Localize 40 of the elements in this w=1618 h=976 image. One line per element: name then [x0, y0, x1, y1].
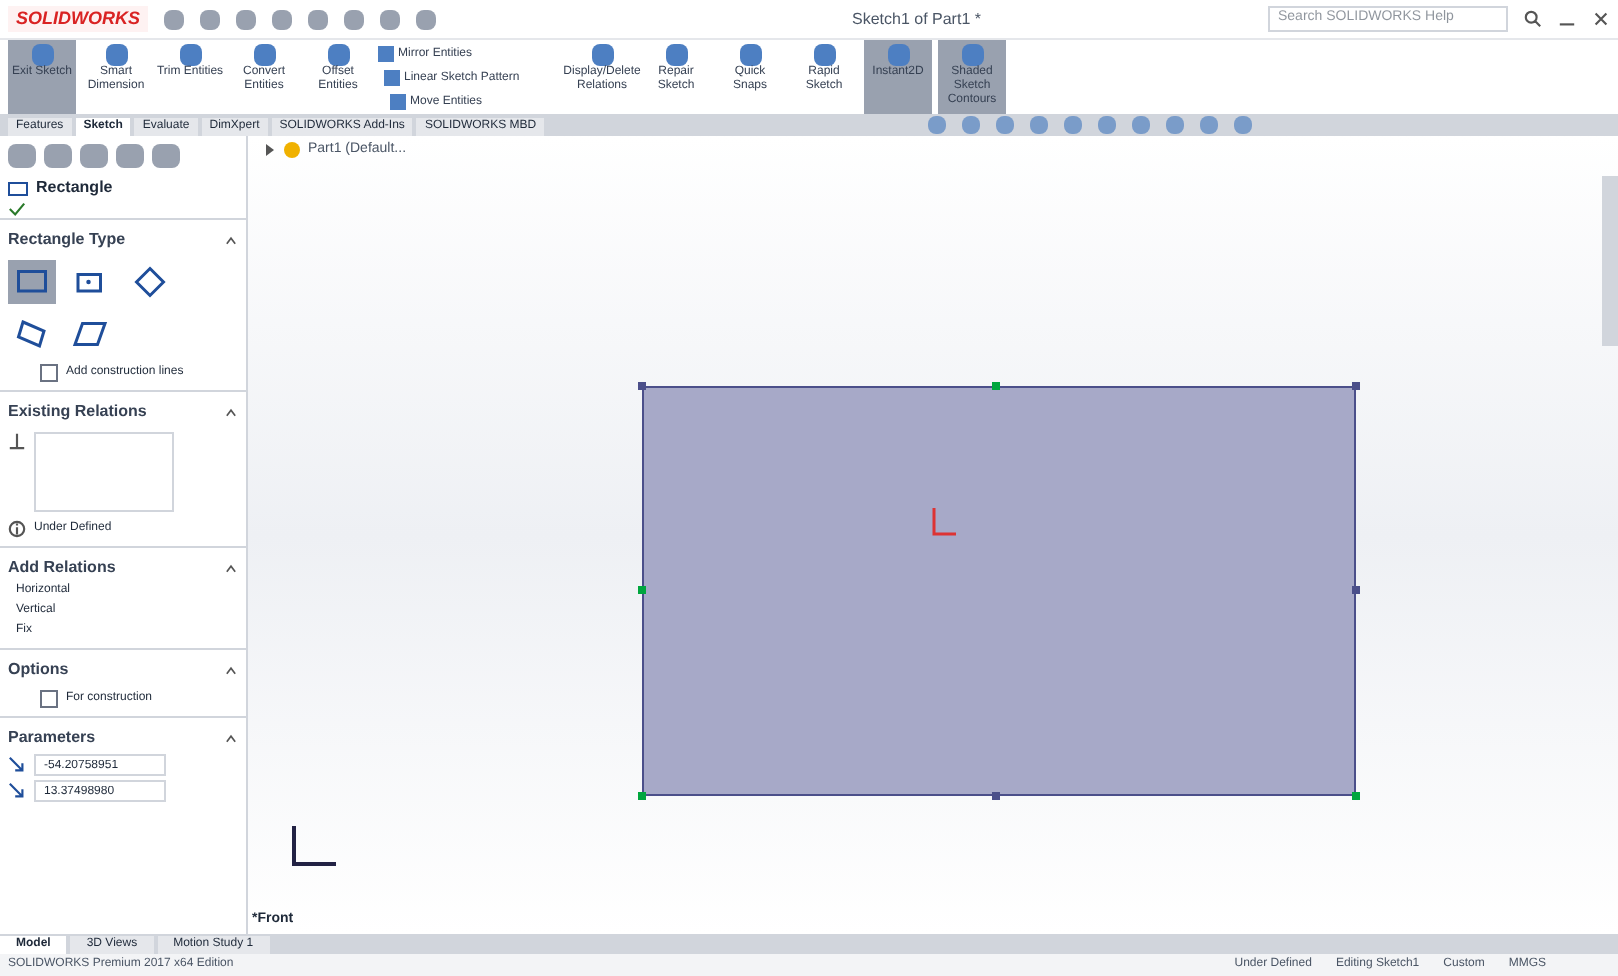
- section-title: Parameters: [8, 726, 96, 750]
- tool-icon: [179, 44, 201, 66]
- section-title: Options: [8, 658, 69, 682]
- tool-icon: [253, 44, 275, 66]
- checkbox[interactable]: [40, 690, 58, 708]
- tool-icon: [887, 44, 909, 66]
- app-logo[interactable]: SOLIDWORKS: [8, 5, 148, 33]
- origin-icon: [928, 508, 956, 540]
- tool-icon: [31, 44, 53, 66]
- checkbox[interactable]: [40, 364, 58, 382]
- collapse-icon[interactable]: [224, 405, 238, 419]
- tool-icon: [739, 44, 761, 66]
- checkmark-icon[interactable]: [8, 200, 26, 218]
- rectangle-icon: [8, 181, 28, 195]
- tool-icon: [813, 44, 835, 66]
- coordinate-icon[interactable]: [8, 756, 26, 774]
- tool-icon: [105, 44, 127, 66]
- tool-icon: [327, 44, 349, 66]
- collapse-icon[interactable]: [224, 731, 238, 745]
- expand-icon[interactable]: [264, 144, 276, 157]
- tool-icon: [591, 44, 613, 66]
- info-icon[interactable]: [8, 520, 26, 538]
- section-title: Existing Relations: [8, 400, 147, 424]
- triad-icon: [288, 826, 336, 870]
- rectangle-type-icon: [129, 264, 170, 300]
- rectangle-type-icon: [70, 316, 111, 352]
- close-icon[interactable]: [1592, 10, 1610, 28]
- coordinate-icon[interactable]: [8, 782, 26, 800]
- section-title: Add Relations: [8, 556, 116, 580]
- window-title: Sketch1 of Part1 *: [852, 7, 981, 31]
- search-icon[interactable]: [1524, 10, 1542, 28]
- tool-icon: [961, 44, 983, 66]
- collapse-icon[interactable]: [224, 561, 238, 575]
- rectangle-type-icon: [12, 316, 52, 352]
- collapse-icon[interactable]: [224, 663, 238, 677]
- perpendicular-icon[interactable]: [8, 432, 26, 450]
- collapse-icon[interactable]: [224, 233, 238, 247]
- section-title: Rectangle Type: [8, 228, 126, 252]
- tool-icon: [665, 44, 687, 66]
- panel-title: Rectangle: [36, 176, 113, 200]
